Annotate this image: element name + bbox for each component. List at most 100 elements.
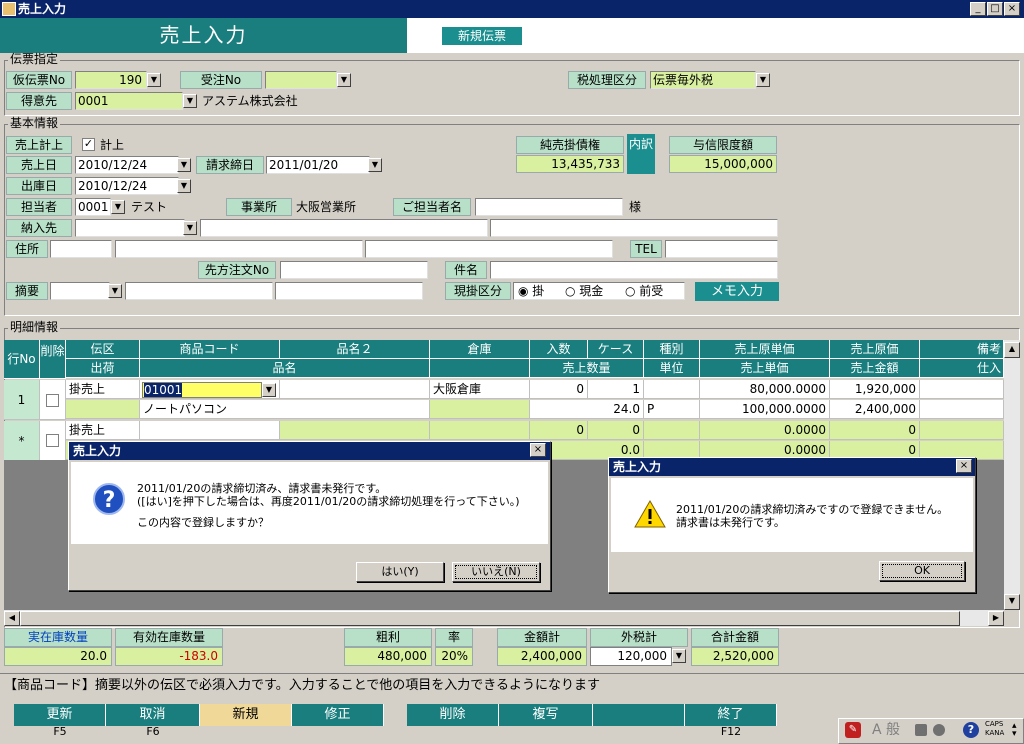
row1-shipment[interactable] — [66, 400, 140, 419]
delivery-name-field[interactable] — [200, 219, 488, 237]
payment-radio-advance[interactable]: ○ 前受 — [625, 282, 663, 300]
col-sales-qty: 売上数量 — [530, 359, 644, 378]
exit-button[interactable]: 終了 — [685, 704, 777, 726]
tax-category-dropdown[interactable]: ▼ — [756, 73, 770, 87]
delivery-dropdown[interactable]: ▼ — [183, 221, 197, 235]
row1-warehouse[interactable]: 大阪倉庫 — [430, 380, 530, 399]
ship-date-field[interactable]: 2010/12/24 — [75, 177, 179, 195]
error-dialog-close-icon[interactable]: × — [956, 459, 972, 473]
tax-total-label: 外税計 — [590, 628, 688, 647]
row1-name2[interactable] — [280, 380, 430, 399]
payment-radio-credit[interactable]: ◉ 掛 — [518, 282, 544, 300]
new-row-name2[interactable] — [280, 421, 430, 440]
address2-field[interactable] — [365, 240, 613, 258]
row1-cases[interactable]: 1 — [588, 380, 644, 399]
scroll-up-icon[interactable]: ▲ — [1004, 342, 1020, 358]
order-no-dropdown[interactable]: ▼ — [337, 73, 351, 87]
memo2-field[interactable] — [275, 282, 423, 300]
billing-close-dropdown[interactable]: ▼ — [368, 158, 382, 172]
new-row-remarks[interactable] — [920, 421, 1004, 440]
new-row-cost-unit[interactable]: 0.0000 — [700, 421, 830, 440]
delivery-name2-field[interactable] — [490, 219, 778, 237]
sales-record-check-label: 計上 — [100, 138, 125, 152]
new-row-delete-checkbox[interactable] — [46, 434, 59, 447]
customer-label: 得意先 — [6, 92, 72, 110]
staff-dropdown[interactable]: ▼ — [111, 200, 125, 214]
cancel-button[interactable]: 取消 — [106, 704, 200, 726]
new-row-warehouse[interactable] — [430, 421, 530, 440]
vertical-scrollbar[interactable] — [1004, 340, 1020, 610]
row1-qty-per[interactable]: 0 — [530, 380, 588, 399]
delete-button[interactable]: 削除 — [407, 704, 499, 726]
row1-remarks[interactable] — [920, 380, 1004, 399]
memo-input-button[interactable]: メモ入力 — [695, 282, 779, 301]
memo-code-field[interactable] — [50, 282, 110, 300]
new-button[interactable]: 新規 — [200, 704, 292, 726]
memo1-field[interactable] — [125, 282, 273, 300]
row1-delete-checkbox[interactable] — [46, 394, 59, 407]
ime-tool-icon[interactable] — [915, 724, 927, 736]
postal-field[interactable] — [50, 240, 112, 258]
new-row-kind[interactable] — [644, 421, 700, 440]
memo-dropdown[interactable]: ▼ — [108, 284, 122, 298]
new-slip-button[interactable]: 新規伝票 — [442, 27, 522, 45]
address1-field[interactable] — [115, 240, 363, 258]
sales-date-dropdown[interactable]: ▼ — [177, 158, 191, 172]
row1-unit[interactable]: P — [644, 400, 700, 419]
contact-field[interactable] — [475, 198, 623, 216]
row1-name[interactable]: ノートパソコン — [140, 400, 430, 419]
ime-icon[interactable]: ✎ — [845, 722, 861, 738]
row1-cost-unit[interactable]: 80,000.0000 — [700, 380, 830, 399]
close-window-button[interactable]: × — [1004, 2, 1020, 16]
order-no-field[interactable] — [265, 71, 337, 89]
temp-slip-no-dropdown[interactable]: ▼ — [147, 73, 161, 87]
ok-button[interactable]: OK — [879, 561, 965, 581]
scroll-down-icon[interactable]: ▼ — [1004, 594, 1020, 610]
ime-mode[interactable]: A 般 — [872, 720, 900, 740]
new-row-qty-per[interactable]: 0 — [530, 421, 588, 440]
row1-slip-type[interactable]: 掛売上 — [66, 380, 140, 399]
ime-options-icon[interactable]: ▴ ▾ — [1012, 722, 1017, 739]
tax-category-field[interactable]: 伝票毎外税 — [650, 71, 756, 89]
row1-code-dropdown[interactable]: ▼ — [262, 383, 276, 397]
breakdown-button[interactable]: 内訳 — [627, 134, 655, 174]
staff-code-field[interactable]: 0001 — [75, 198, 111, 216]
minimize-button[interactable]: _ — [970, 2, 986, 16]
tax-total-dropdown[interactable]: ▼ — [672, 649, 686, 663]
ime-pad-icon[interactable] — [933, 724, 945, 736]
help-icon[interactable]: ? — [963, 722, 979, 738]
maximize-button[interactable]: □ — [987, 2, 1003, 16]
sales-date-field[interactable]: 2010/12/24 — [75, 156, 179, 174]
payment-radio-cash[interactable]: ○ 現金 — [565, 282, 603, 300]
row1-sale-unit[interactable]: 100,000.0000 — [700, 400, 830, 419]
no-button[interactable]: いいえ(N) — [452, 562, 540, 582]
scroll-thumb[interactable] — [20, 611, 960, 626]
confirm-dialog-close-icon[interactable]: × — [530, 443, 546, 457]
row1-code-field[interactable]: 01001 — [142, 382, 262, 398]
new-row-code[interactable] — [140, 421, 280, 440]
ship-date-dropdown[interactable]: ▼ — [177, 179, 191, 193]
new-row-cases[interactable]: 0 — [588, 421, 644, 440]
temp-slip-no-field[interactable]: 190 — [75, 71, 147, 89]
scroll-left-icon[interactable]: ◀ — [4, 611, 20, 626]
sales-record-checkbox[interactable]: ✓ — [82, 138, 95, 151]
tel-field[interactable] — [665, 240, 778, 258]
row1-kind[interactable] — [644, 380, 700, 399]
new-row-slip-type[interactable]: 掛売上 — [66, 421, 140, 440]
customer-code-field[interactable]: 0001 — [75, 92, 183, 110]
delivery-code-field[interactable] — [75, 219, 185, 237]
scroll-right-icon[interactable]: ▶ — [988, 611, 1004, 626]
tax-total-field[interactable]: 120,000 — [590, 647, 672, 666]
customer-dropdown[interactable]: ▼ — [183, 94, 197, 108]
billing-close-field[interactable]: 2011/01/20 — [266, 156, 370, 174]
yes-button[interactable]: はい(Y) — [356, 562, 444, 582]
modify-button[interactable]: 修正 — [292, 704, 384, 726]
row1-purchase[interactable] — [920, 400, 1004, 419]
client-order-field[interactable] — [280, 261, 428, 279]
update-button[interactable]: 更新 — [14, 704, 106, 726]
payment-label: 現掛区分 — [445, 282, 511, 300]
copy-button[interactable]: 複写 — [499, 704, 593, 726]
subject-field[interactable] — [490, 261, 778, 279]
blank-function-button[interactable] — [593, 704, 685, 726]
row1-sales-qty[interactable]: 24.0 — [530, 400, 644, 419]
